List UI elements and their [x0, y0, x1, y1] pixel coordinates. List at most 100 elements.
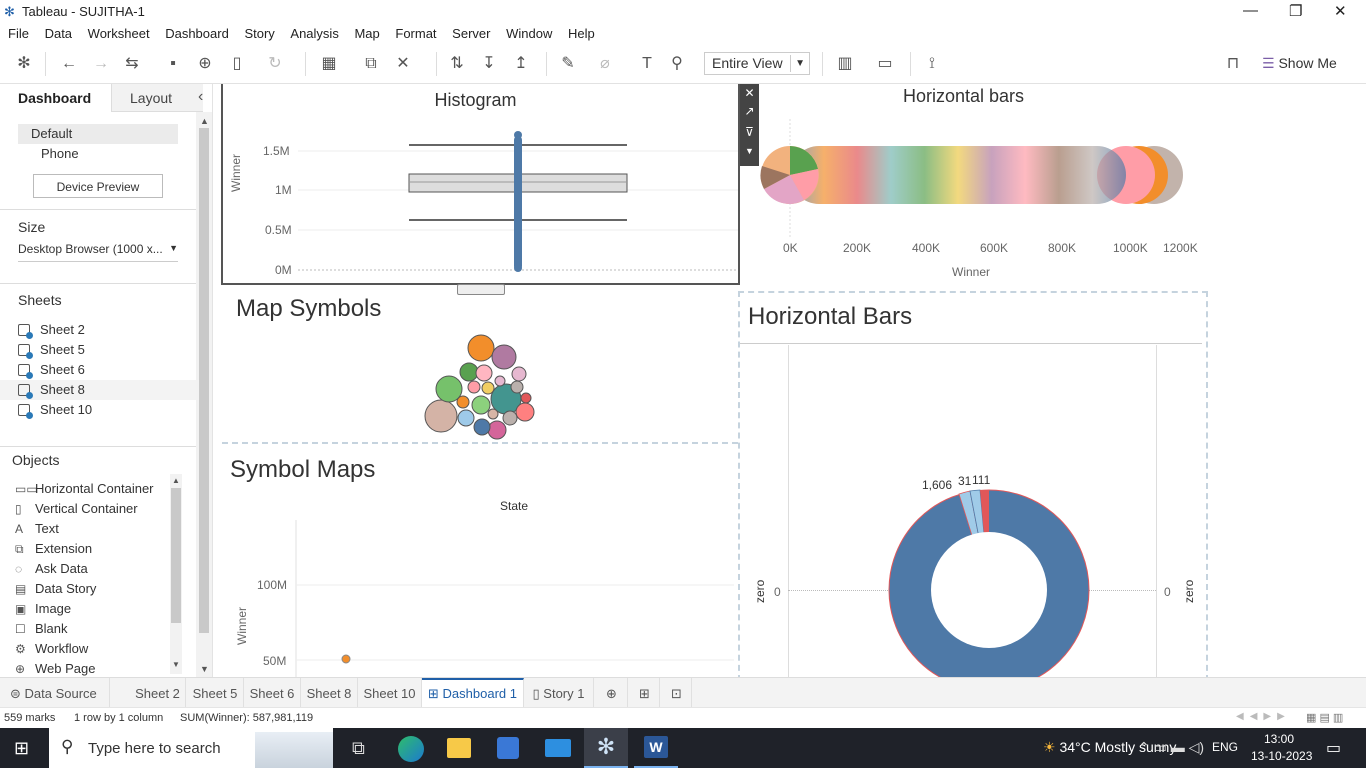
- tab-sheet-6[interactable]: Sheet 6: [244, 678, 301, 708]
- new-data-source-icon[interactable]: ⊕: [194, 54, 216, 74]
- collapse-pane-icon[interactable]: ‹: [198, 88, 203, 106]
- sheet-item-8[interactable]: Sheet 8: [0, 380, 196, 400]
- restore-button[interactable]: ❐: [1289, 2, 1302, 20]
- redo-icon[interactable]: →: [90, 54, 112, 74]
- new-story-tab-icon[interactable]: ⊡: [662, 678, 692, 708]
- taskbar-search[interactable]: ⚲ Type here to search: [49, 728, 333, 768]
- pin-icon[interactable]: ⚲: [666, 54, 688, 74]
- object-item[interactable]: ▯ Vertical Container: [15, 501, 170, 521]
- menu-data[interactable]: Data: [45, 23, 72, 41]
- task-view-icon[interactable]: ⧉: [352, 738, 365, 759]
- tick-0_5m: 0.5M: [265, 223, 292, 237]
- object-item[interactable]: ⧉ Extension: [15, 541, 170, 561]
- tab-sheet-2[interactable]: Sheet 2: [130, 678, 186, 708]
- object-item[interactable]: ▣ Image: [15, 601, 170, 621]
- new-worksheet-icon[interactable]: ▦: [318, 54, 340, 74]
- tab-sheet-5[interactable]: Sheet 5: [187, 678, 244, 708]
- system-tray-icons[interactable]: ⌃ ▭ ▬ ◁): [1138, 739, 1204, 756]
- store-icon[interactable]: [497, 737, 519, 759]
- object-item[interactable]: ◌ Ask Data: [15, 561, 170, 581]
- show-me-button[interactable]: ☰ Show Me: [1262, 55, 1337, 72]
- fit-dropdown[interactable]: Entire View ▼: [704, 52, 810, 75]
- new-worksheet-tab-icon[interactable]: ⊕: [596, 678, 628, 708]
- language-indicator[interactable]: ENG: [1212, 740, 1238, 754]
- edge-icon[interactable]: [398, 736, 424, 762]
- clock-date[interactable]: 13-10-2023: [1251, 749, 1312, 763]
- view-grid-icon[interactable]: ▦ ▤ ▥: [1306, 711, 1343, 724]
- menu-worksheet[interactable]: Worksheet: [88, 23, 150, 41]
- object-item[interactable]: ☐ Blank: [15, 621, 170, 641]
- highlight-icon[interactable]: ✎: [557, 54, 579, 74]
- sheet-navigation-icon[interactable]: ◀◀▶▶: [1236, 711, 1291, 722]
- undo-icon[interactable]: ←: [58, 54, 80, 74]
- menu-server[interactable]: Server: [452, 23, 490, 41]
- tab-sheet-10[interactable]: Sheet 10: [358, 678, 422, 708]
- sort-ascending-icon[interactable]: ↧: [478, 54, 500, 74]
- clock-time[interactable]: 13:00: [1264, 732, 1294, 746]
- swap-icon[interactable]: ⇅: [446, 54, 468, 74]
- file-explorer-icon[interactable]: [447, 738, 471, 758]
- menu-window[interactable]: Window: [506, 23, 552, 41]
- tab-dashboard-1[interactable]: ⊞ Dashboard 1: [422, 678, 524, 708]
- tick-0m: 0M: [275, 263, 292, 277]
- size-dropdown[interactable]: Desktop Browser (1000 x... ▼: [18, 242, 178, 262]
- object-item[interactable]: A Text: [15, 521, 170, 541]
- minimize-button[interactable]: —: [1243, 2, 1258, 19]
- horizontal-bars-zone[interactable]: Horizontal Bars zero 0 0 zero 1,606 31 1…: [738, 291, 1208, 677]
- horizontal-container-icon: ▭▭: [15, 482, 38, 496]
- story-icon[interactable]: ⊓: [1222, 54, 1244, 74]
- left-pane-scrollbar[interactable]: ▲ ▼: [196, 112, 212, 677]
- device-preview-button[interactable]: Device Preview: [33, 174, 163, 198]
- mail-icon[interactable]: [545, 739, 571, 757]
- clear-sheet-icon[interactable]: ✕: [392, 54, 414, 74]
- object-item[interactable]: ▤ Data Story: [15, 581, 170, 601]
- menu-dashboard[interactable]: Dashboard: [165, 23, 229, 41]
- menu-map[interactable]: Map: [354, 23, 379, 41]
- group-icon[interactable]: ⌀: [594, 54, 616, 74]
- tab-layout[interactable]: Layout: [111, 84, 203, 112]
- objects-scrollbar[interactable]: ▲ ▼: [170, 474, 182, 674]
- share-icon[interactable]: ⟟: [921, 54, 943, 74]
- duplicate-sheet-icon[interactable]: ⧉: [360, 54, 382, 74]
- tab-sheet-8[interactable]: Sheet 8: [301, 678, 358, 708]
- menu-help[interactable]: Help: [568, 23, 595, 41]
- word-taskbar-button[interactable]: W: [634, 728, 678, 768]
- tab-story-1[interactable]: ▯ Story 1: [524, 678, 594, 708]
- sheet-item-5[interactable]: Sheet 5: [18, 342, 85, 362]
- menu-format[interactable]: Format: [395, 23, 436, 41]
- show-cards-icon[interactable]: ▥: [834, 54, 856, 74]
- object-label: Extension: [35, 541, 93, 556]
- sheet-item-6[interactable]: Sheet 6: [18, 362, 85, 382]
- object-item[interactable]: ⚙ Workflow: [15, 641, 170, 661]
- tableau-home-icon[interactable]: ✻: [13, 54, 35, 74]
- windows-start-icon[interactable]: ⊞: [14, 738, 29, 759]
- sheet-item-2[interactable]: Sheet 2: [18, 322, 85, 342]
- labels-icon[interactable]: T: [636, 54, 658, 74]
- size-header: Size: [18, 219, 46, 235]
- menu-analysis[interactable]: Analysis: [290, 23, 338, 41]
- new-dashboard-tab-icon[interactable]: ⊞: [630, 678, 660, 708]
- tab-dashboard[interactable]: Dashboard: [0, 84, 110, 112]
- sheets-header: Sheets: [18, 292, 62, 308]
- save-icon[interactable]: ▪: [162, 54, 184, 74]
- data-story-icon: ▤: [15, 582, 27, 596]
- close-window-button[interactable]: ✕: [1334, 2, 1347, 20]
- remove-zone-icon[interactable]: ✕: [740, 84, 759, 104]
- replay-icon[interactable]: ⇆: [121, 54, 143, 74]
- object-item[interactable]: ▭▭Horizontal Container: [15, 481, 170, 501]
- sheet-item-10[interactable]: Sheet 10: [18, 402, 92, 422]
- pause-updates-icon[interactable]: ▯: [226, 54, 248, 74]
- tableau-taskbar-icon[interactable]: ✻: [584, 728, 628, 768]
- ask-data-icon: ◌: [15, 562, 23, 576]
- device-default[interactable]: Default: [18, 124, 178, 144]
- tab-data-source[interactable]: ⊜ Data Source: [0, 678, 110, 708]
- refresh-icon[interactable]: ↻: [264, 54, 286, 74]
- device-phone[interactable]: Phone: [41, 146, 79, 166]
- menu-story[interactable]: Story: [244, 23, 274, 41]
- menu-file[interactable]: File: [8, 23, 29, 41]
- sort-descending-icon[interactable]: ↥: [510, 54, 532, 74]
- notifications-icon[interactable]: ▭: [1326, 738, 1341, 758]
- presentation-mode-icon[interactable]: ▭: [874, 54, 896, 74]
- drag-handle[interactable]: [457, 284, 505, 295]
- histogram-zone[interactable]: Histogram Winner 1.5M 1M 0.5M 0M: [221, 84, 740, 295]
